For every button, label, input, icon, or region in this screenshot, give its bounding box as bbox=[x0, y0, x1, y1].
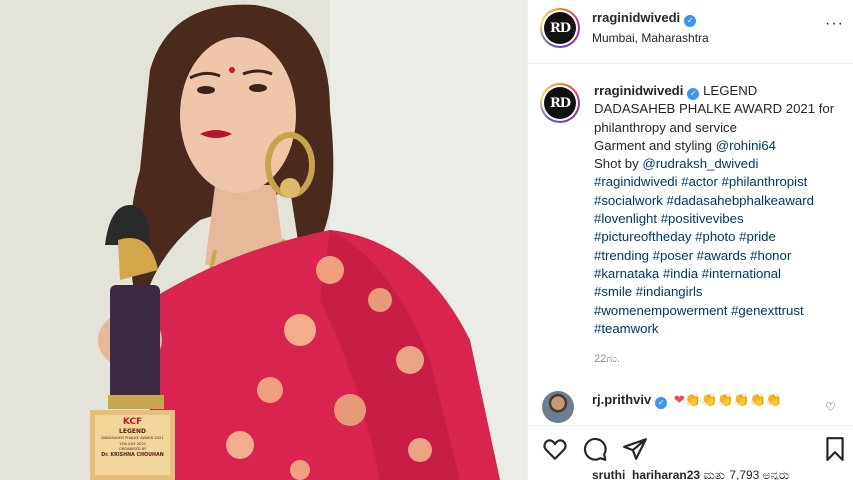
mention-link[interactable]: @rudraksh_dwivedi bbox=[642, 156, 758, 171]
post-timestamp[interactable]: 22ಗಂ. bbox=[594, 353, 620, 366]
caption-line: Garment and styling @rohini64 bbox=[594, 137, 776, 153]
profile-username-link[interactable]: rraginidwivedi bbox=[592, 10, 680, 25]
comment-icon[interactable] bbox=[582, 436, 608, 462]
caption-line: Shot by @rudraksh_dwivedi bbox=[594, 156, 759, 172]
trophy-line2: DADASAHEB PHALKE AWARD 2021 bbox=[101, 436, 164, 440]
liked-by-user[interactable]: sruthi_hariharan23 bbox=[592, 468, 700, 480]
trophy-line5: Dr. KRISHNA CHOUHAN bbox=[101, 452, 164, 458]
comment-like-icon[interactable]: ♡ bbox=[825, 400, 836, 414]
trophy-brand: KCF bbox=[122, 417, 143, 427]
post-header: RD rraginidwivedi ✓ Mumbai, Maharashtra ·… bbox=[528, 0, 853, 64]
commenter-verified-icon: ✓ bbox=[655, 397, 668, 409]
profile-username-row: rraginidwivedi ✓ bbox=[592, 10, 697, 27]
caption-username-row: rraginidwivedi ✓ LEGEND bbox=[594, 83, 758, 100]
trophy-line3: 11th JULY 2021 bbox=[118, 441, 147, 446]
hashtag-line[interactable]: #lovenlight #positivevibes bbox=[594, 210, 842, 228]
post-caption: rraginidwivedi ✓ LEGEND DADASAHEB PHALKE … bbox=[594, 82, 842, 338]
hashtag-line[interactable]: #trending #poser #awards #honor bbox=[594, 247, 842, 265]
verified-icon: ✓ bbox=[684, 15, 697, 27]
hashtag-line[interactable]: #womenempowerment #genexttrust bbox=[594, 302, 842, 320]
liked-by-count: ಮತ್ತು 7,793 ಅನ್ಯರು bbox=[700, 468, 790, 480]
profile-avatar[interactable]: RD bbox=[540, 8, 580, 48]
bookmark-icon[interactable] bbox=[822, 436, 848, 462]
hashtag-line[interactable]: #pictureoftheday #photo #pride bbox=[594, 228, 842, 246]
caption-avatar[interactable]: RD bbox=[540, 83, 580, 123]
comment-body: ❤👏👏👏👏👏👏 bbox=[673, 392, 782, 407]
hashtag-line[interactable]: #smile #indiangirls bbox=[594, 283, 842, 301]
caption-username-link[interactable]: rraginidwivedi bbox=[594, 83, 683, 98]
trophy-plaque: KCF LEGEND DADASAHEB PHALKE AWARD 2021 1… bbox=[95, 415, 170, 475]
location-link[interactable]: Mumbai, Maharashtra bbox=[592, 31, 709, 45]
caption-verified-icon: ✓ bbox=[687, 88, 700, 100]
liked-by-text[interactable]: sruthi_hariharan23 ಮತ್ತು 7,793 ಅನ್ಯರು bbox=[592, 468, 789, 480]
comment-text: rj.prithviv ✓ ❤👏👏👏👏👏👏 bbox=[592, 392, 782, 409]
heart-icon[interactable] bbox=[542, 436, 568, 462]
commenter-username-link[interactable]: rj.prithviv bbox=[592, 392, 651, 407]
caption-line: LEGEND bbox=[703, 83, 758, 98]
trophy-line4: ORGANISED BY bbox=[118, 447, 147, 452]
more-icon[interactable]: ··· bbox=[825, 15, 844, 33]
post-side-panel: RD rraginidwivedi ✓ Mumbai, Maharashtra ·… bbox=[527, 0, 853, 480]
share-icon[interactable] bbox=[622, 436, 648, 462]
mention-link[interactable]: @rohini64 bbox=[716, 138, 776, 153]
avatar-monogram: RD bbox=[544, 12, 576, 44]
caption-line: DADASAHEB PHALKE AWARD 2021 for bbox=[594, 101, 835, 117]
comment-item: rj.prithviv ✓ ❤👏👏👏👏👏👏 ♡ bbox=[528, 390, 853, 425]
hashtag-line[interactable]: #teamwork bbox=[594, 320, 842, 338]
caption-line: philanthropy and service bbox=[594, 119, 737, 135]
post-photo[interactable]: KCF LEGEND DADASAHEB PHALKE AWARD 2021 1… bbox=[0, 0, 527, 480]
commenter-avatar[interactable] bbox=[542, 391, 574, 423]
hashtag-line[interactable]: #raginidwivedi #actor #philanthropist bbox=[594, 173, 842, 191]
hashtag-line[interactable]: #karnataka #india #international bbox=[594, 265, 842, 283]
trophy-line1: LEGEND bbox=[119, 428, 146, 435]
caption-avatar-monogram: RD bbox=[544, 87, 576, 119]
photo-illustration bbox=[0, 0, 527, 480]
hashtag-line[interactable]: #socialwork #dadasahebphalkeaward bbox=[594, 192, 842, 210]
comments-area[interactable]: RD rraginidwivedi ✓ LEGEND DADASAHEB PHAL… bbox=[528, 65, 853, 425]
